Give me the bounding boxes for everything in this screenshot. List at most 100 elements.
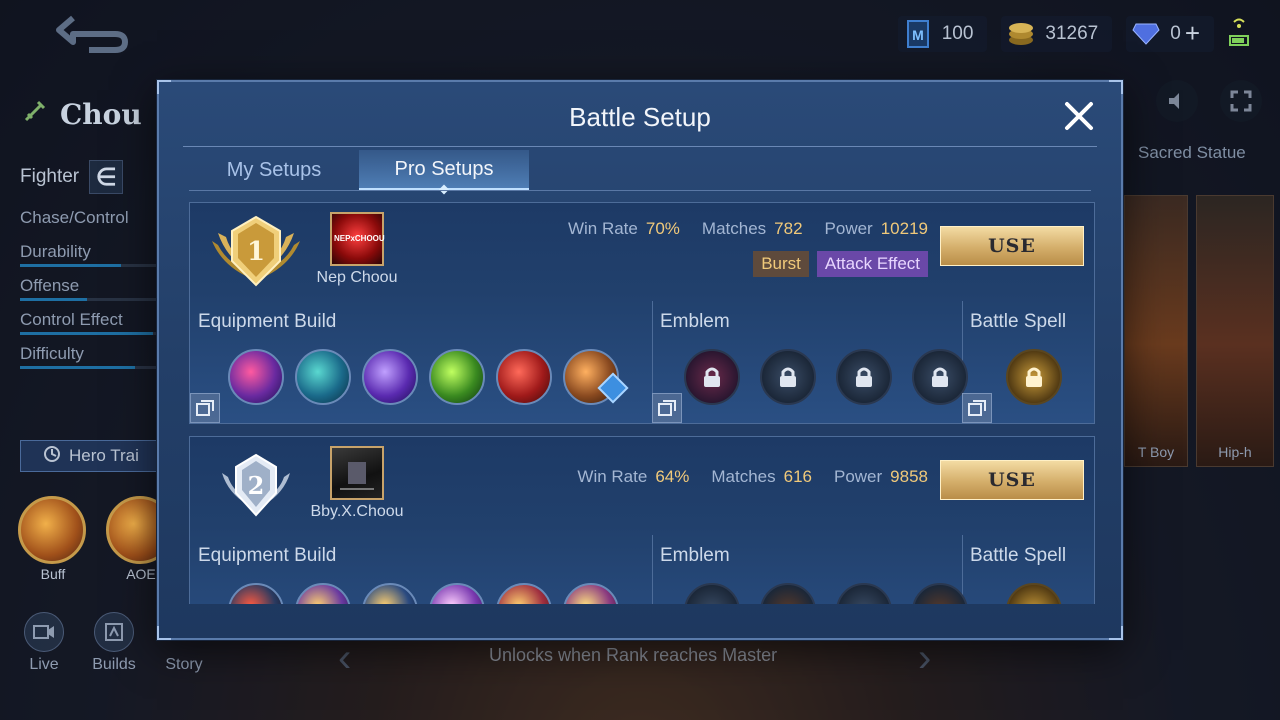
svg-text:M: M (912, 27, 924, 43)
right-toolbar (1156, 80, 1262, 122)
sword-icon (22, 98, 48, 131)
currency-gold: 31267 (1001, 15, 1113, 52)
use-button[interactable]: USE (940, 226, 1084, 266)
tab-pro-setups[interactable]: Pro Setups (359, 150, 529, 190)
sacred-statue-label[interactable]: Sacred Statue (1138, 143, 1246, 163)
blade-item-icon[interactable] (228, 349, 284, 405)
video-icon (24, 612, 64, 652)
hero-stats-panel: Fighter ∈ Chase/Control Durability Offen… (20, 160, 170, 378)
battle-spell-icon[interactable] (1006, 583, 1062, 604)
power: Power 10219 (824, 219, 928, 238)
boots-item-icon[interactable] (228, 583, 284, 604)
player-name: Bby.X.Choou (310, 503, 404, 520)
battle-spell-label: Battle Spell (970, 545, 1067, 566)
currency-value: 0 (1170, 22, 1181, 44)
setup-tabs: My Setups Pro Setups (189, 150, 529, 190)
currency-m-ticket: M 100 (897, 15, 988, 52)
skill-label: AOE (126, 566, 156, 582)
setup-card: 2 Bby.X.Choou Win Rate 64% Matches 616 Pow… (189, 436, 1095, 604)
gloves-item-icon[interactable] (295, 583, 351, 604)
nav-builds[interactable]: Builds (90, 612, 138, 674)
armor-item-icon[interactable] (496, 583, 552, 604)
svg-text:2: 2 (248, 471, 265, 500)
close-icon (1065, 102, 1093, 130)
copy-emblem-button[interactable] (652, 393, 682, 423)
skill-buff[interactable]: Buff (18, 496, 88, 582)
frame-corner (157, 80, 171, 94)
copy-build-button[interactable] (190, 393, 220, 423)
hero-specialty: Chase/Control (20, 208, 129, 227)
tab-my-setups[interactable]: My Setups (189, 150, 359, 190)
emblem-label: Emblem (660, 545, 730, 566)
skin-card[interactable]: Hip-h (1196, 195, 1274, 467)
diamond-icon (1132, 20, 1160, 48)
emblem-set (684, 349, 968, 405)
sword-item-icon[interactable] (496, 349, 552, 405)
unlock-hint: Unlocks when Rank reaches Master (489, 645, 778, 665)
divider (652, 535, 653, 604)
boots-item-icon[interactable] (295, 349, 351, 405)
axe-item-icon[interactable] (429, 349, 485, 405)
use-button[interactable]: USE (940, 460, 1084, 500)
dialog-title: Battle Setup (569, 102, 711, 132)
win-rate: Win Rate 64% (577, 467, 690, 486)
lock-icon (1026, 367, 1042, 387)
emblem-talent-icon[interactable] (760, 349, 816, 405)
skin-label: Hip-h (1218, 444, 1252, 460)
battle-spell-icon[interactable] (1006, 349, 1062, 405)
emblem-main-icon[interactable] (684, 583, 740, 604)
emblem-main-icon[interactable] (684, 349, 740, 405)
player-avatar[interactable] (330, 446, 384, 500)
lock-icon (780, 367, 796, 387)
chevron-right-icon[interactable]: › (918, 636, 931, 681)
battery-icon (1228, 14, 1250, 53)
back-button[interactable] (55, 8, 137, 58)
nav-live[interactable]: Live (20, 612, 68, 674)
avatar-text: NEPxCHOOU (334, 234, 385, 243)
fist-icon (18, 496, 86, 564)
win-rate: Win Rate 70% (567, 219, 680, 238)
helmet-item-icon[interactable] (362, 583, 418, 604)
sound-icon[interactable] (1156, 80, 1198, 122)
matches: Matches 782 (701, 219, 803, 238)
player-avatar[interactable]: NEPxCHOOU (330, 212, 385, 266)
player-name: Nep Choou (316, 269, 398, 286)
hero-training-button[interactable]: Hero Trai (20, 440, 170, 472)
spear-item-icon[interactable] (362, 349, 418, 405)
emblem-talent-icon[interactable] (760, 583, 816, 604)
pro-setup-list[interactable]: 1 NEPxCHOOU Nep Choou Win Rate 70% Matche… (189, 202, 1095, 604)
fullscreen-icon[interactable] (1220, 80, 1262, 122)
frame-corner (1109, 626, 1123, 640)
battle-spell-label: Battle Spell (970, 311, 1067, 332)
builds-icon (94, 612, 134, 652)
copy-spell-button[interactable] (962, 393, 992, 423)
fighter-role-icon: ∈ (89, 160, 124, 194)
emblem-talent-icon[interactable] (912, 349, 968, 405)
divider (183, 146, 1097, 147)
copy-icon (196, 400, 214, 416)
chevron-left-icon[interactable]: ‹ (338, 636, 351, 681)
add-currency-button[interactable]: + (1185, 18, 1200, 49)
emblem-talent-icon[interactable] (836, 349, 892, 405)
training-icon (43, 445, 61, 468)
equipment-build-label: Equipment Build (198, 545, 337, 566)
emblem-set (684, 583, 968, 604)
battle-setup-dialog: Battle Setup My Setups Pro Setups 1 NEPx… (157, 80, 1123, 640)
blade-item-icon[interactable] (563, 583, 619, 604)
stat-difficulty: Difficulty (20, 344, 170, 369)
emblem-talent-icon[interactable] (836, 583, 892, 604)
shield-item-icon[interactable] (429, 583, 485, 604)
emblem-talent-icon[interactable] (912, 583, 968, 604)
close-button[interactable] (1059, 96, 1099, 136)
nav-label: Live (29, 656, 59, 673)
skill-label: Buff (40, 566, 66, 582)
lock-icon (932, 367, 948, 387)
frame-corner (1109, 80, 1123, 94)
equipment-items (228, 583, 619, 604)
setup-stats: Win Rate 70% Matches 782 Power 10219 (568, 219, 928, 239)
copy-icon (658, 400, 676, 416)
nav-label: Builds (92, 656, 136, 673)
tag-burst: Burst (753, 251, 809, 277)
skin-card[interactable]: T Boy (1124, 195, 1188, 467)
copy-icon (968, 400, 986, 416)
